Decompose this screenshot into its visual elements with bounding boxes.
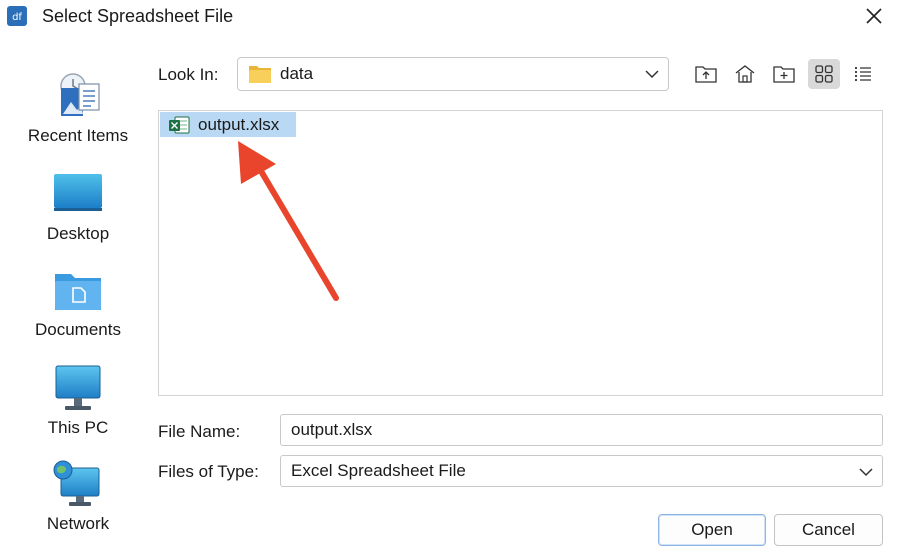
chevron-down-icon [645, 70, 659, 79]
recent-items-icon [60, 73, 100, 116]
up-folder-icon [695, 66, 717, 83]
list-view-button[interactable] [847, 59, 879, 89]
chevron-down-icon [859, 468, 873, 477]
file-type-label: Files of Type: [158, 462, 259, 481]
grid-view-icon [815, 65, 833, 83]
open-button[interactable]: Open [658, 514, 766, 546]
cancel-button[interactable]: Cancel [774, 514, 883, 546]
sidebar-item-label: Network [46, 514, 110, 533]
file-type-value: Excel Spreadsheet File [291, 461, 466, 480]
up-one-level-button[interactable] [690, 59, 722, 89]
file-item-selected[interactable]: output.xlsx [160, 112, 296, 137]
svg-text:df: df [12, 12, 22, 23]
file-list[interactable]: output.xlsx [158, 110, 883, 396]
file-name-value: output.xlsx [291, 420, 373, 439]
look-in-dropdown[interactable]: data [237, 57, 669, 91]
new-folder-icon [773, 66, 795, 83]
sidebar-item-desktop[interactable]: Desktop [18, 168, 138, 244]
sidebar-item-this-pc[interactable]: This PC [18, 362, 138, 438]
sidebar-item-network[interactable]: Network [18, 458, 138, 534]
look-in-label: Look In: [158, 65, 219, 84]
sidebar-item-documents[interactable]: Documents [18, 264, 138, 340]
grid-view-button[interactable] [808, 59, 840, 89]
sidebar-item-recent-items[interactable]: Recent Items [18, 70, 138, 146]
sidebar-item-label: Documents [35, 320, 121, 339]
close-button[interactable] [858, 2, 890, 30]
new-folder-button[interactable] [768, 59, 800, 89]
file-chooser-dialog: df Select Spreadsheet File Recent Items [0, 0, 900, 557]
file-name-input[interactable]: output.xlsx [280, 414, 883, 446]
window-title: Select Spreadsheet File [42, 6, 234, 26]
list-view-icon [854, 66, 871, 82]
home-icon [735, 65, 755, 83]
desktop-icon [54, 174, 102, 211]
computer-icon [55, 365, 101, 410]
sidebar-item-label: Recent Items [27, 126, 129, 145]
file-type-dropdown[interactable]: Excel Spreadsheet File [280, 455, 883, 487]
sidebar-item-label: Desktop [46, 224, 110, 243]
title-bar: df Select Spreadsheet File [0, 0, 900, 32]
network-icon [53, 460, 100, 506]
documents-folder-icon [55, 274, 101, 310]
look-in-value: data [280, 64, 314, 83]
close-icon [866, 8, 882, 24]
app-logo-icon: df [7, 6, 27, 26]
sidebar-item-label: This PC [47, 418, 109, 437]
file-name-label: File Name: [158, 422, 241, 441]
folder-icon [249, 66, 271, 83]
home-button[interactable] [729, 59, 761, 89]
excel-file-icon [169, 116, 190, 134]
file-item-label: output.xlsx [198, 115, 280, 134]
